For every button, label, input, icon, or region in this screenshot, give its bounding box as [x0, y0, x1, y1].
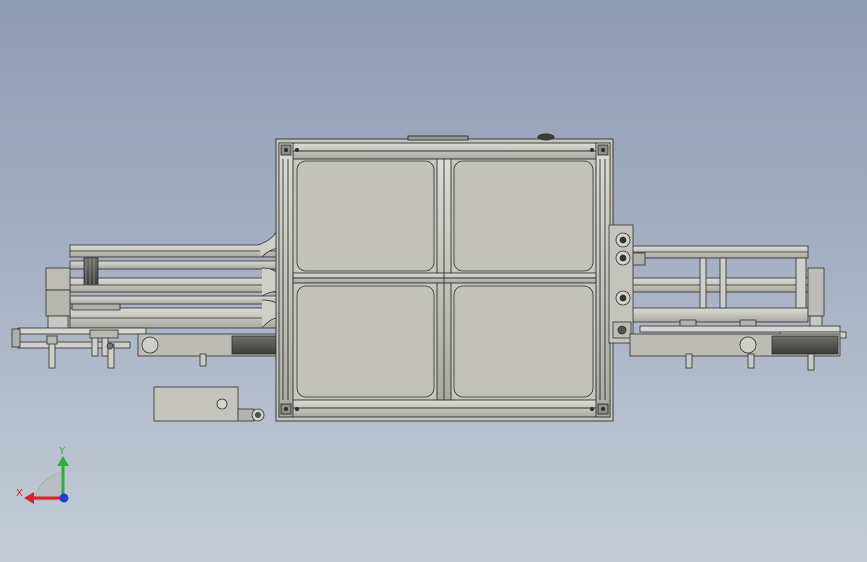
frame-left-column [278, 142, 294, 418]
triad-x-label: X [16, 488, 23, 499]
panel-bottom-left [296, 285, 435, 398]
triad-plane-wedge [34, 471, 64, 501]
left-motor-body [45, 267, 71, 291]
panel-top-left [296, 160, 435, 272]
cad-viewport[interactable]: X Y [0, 0, 867, 562]
sensor-box [153, 386, 265, 422]
triad-z-origin [59, 493, 69, 503]
left-rail-assembly [69, 231, 283, 329]
triad-x-arrow [24, 492, 34, 504]
right-belt [639, 325, 841, 333]
left-belt [17, 327, 147, 335]
left-screw [48, 341, 56, 369]
left-rail-lower [69, 295, 283, 305]
coordinate-triad: X Y [16, 446, 69, 504]
left-rail-upper [69, 260, 283, 270]
right-belt-drive [629, 319, 847, 371]
right-motor-body [807, 267, 825, 317]
right-end-motor [807, 267, 825, 329]
frame-bottom-bar [278, 399, 611, 418]
frame-right-column [595, 142, 611, 418]
triad-y-arrow [57, 456, 69, 466]
right-rail-bottom [609, 307, 809, 323]
panel-bottom-right [453, 285, 594, 398]
triad-y-label: Y [58, 446, 66, 457]
left-belt-drive [11, 327, 279, 369]
panel-top-right [453, 160, 594, 272]
